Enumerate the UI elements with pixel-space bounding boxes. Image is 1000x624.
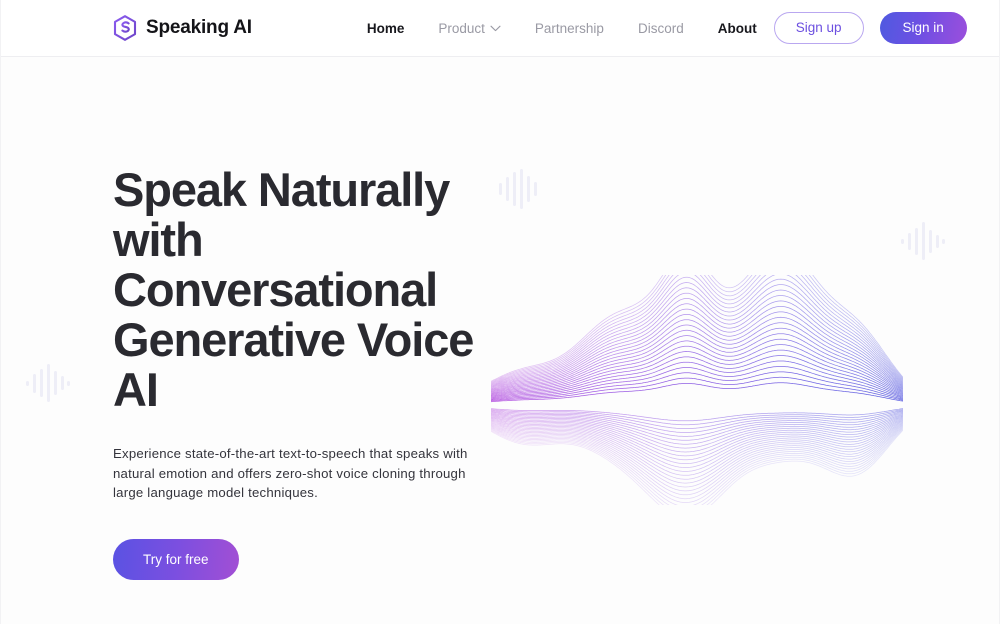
landing-page: Speaking AI Home Product Partnership Dis… bbox=[0, 0, 1000, 624]
audio-equalizer-icon bbox=[499, 169, 537, 209]
nav-item-home[interactable]: Home bbox=[350, 21, 422, 36]
page-title: Speak Naturally with Conversational Gene… bbox=[113, 163, 474, 416]
brand-logo[interactable]: Speaking AI bbox=[113, 15, 252, 41]
chevron-down-icon bbox=[490, 25, 501, 32]
site-header: Speaking AI Home Product Partnership Dis… bbox=[1, 0, 999, 57]
nav-item-about[interactable]: About bbox=[701, 21, 774, 36]
equalizer-right-icon bbox=[900, 220, 946, 262]
nav-item-label: Product bbox=[438, 20, 485, 36]
nav-item-label: Discord bbox=[637, 20, 684, 36]
audio-equalizer-icon bbox=[901, 222, 945, 260]
nav-item-discord[interactable]: Discord bbox=[621, 21, 701, 36]
hero-subtitle: Experience state-of-the-art text-to-spee… bbox=[113, 446, 468, 500]
brand-name: Speaking AI bbox=[146, 17, 252, 38]
hero-copy: Speak Naturally with Conversational Gene… bbox=[113, 165, 485, 580]
audio-waveform-illustration bbox=[491, 275, 903, 505]
header-actions: Sign up Sign in bbox=[773, 12, 967, 44]
hero-section: Speak Naturally with Conversational Gene… bbox=[1, 57, 999, 624]
waveform-svg bbox=[491, 275, 903, 505]
sign-in-button[interactable]: Sign in bbox=[879, 12, 967, 44]
main-navigation: Home Product Partnership Discord About bbox=[350, 21, 774, 36]
nav-item-label: Partnership bbox=[534, 20, 604, 36]
nav-item-label: Home bbox=[366, 20, 405, 36]
nav-item-product[interactable]: Product bbox=[421, 21, 518, 36]
speaking-ai-s-logo-icon bbox=[113, 15, 137, 41]
equalizer-top-icon bbox=[497, 167, 539, 211]
sign-up-button[interactable]: Sign up bbox=[773, 12, 864, 44]
audio-equalizer-icon bbox=[26, 364, 70, 402]
equalizer-left-icon bbox=[25, 362, 71, 404]
nav-item-label: About bbox=[717, 20, 757, 36]
try-for-free-button[interactable]: Try for free bbox=[113, 538, 239, 580]
nav-item-partnership[interactable]: Partnership bbox=[518, 21, 621, 36]
